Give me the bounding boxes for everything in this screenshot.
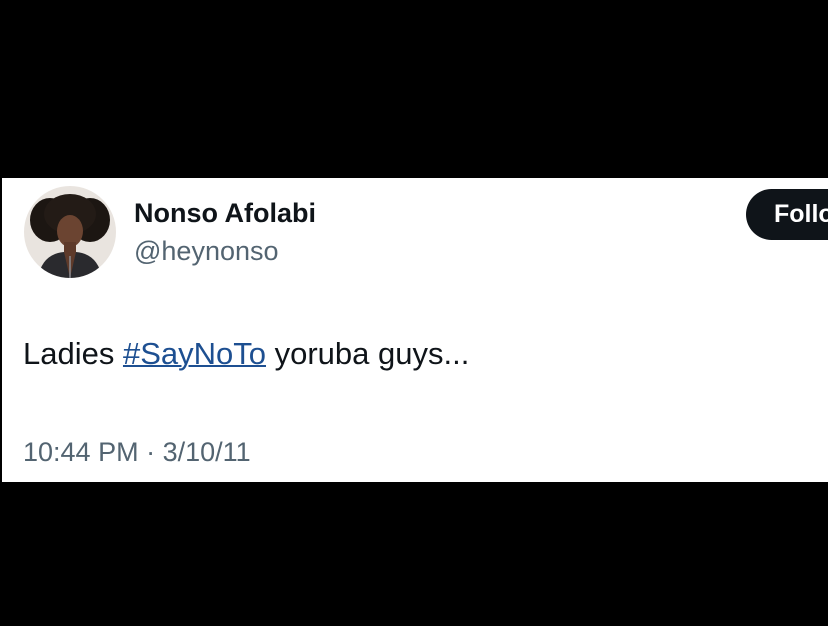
tweet-timestamp[interactable]: 10:44 PM · 3/10/11	[23, 437, 251, 468]
avatar-image	[24, 186, 116, 278]
screenshot-frame: Nonso Afolabi @heynonso Follow Ladies #S…	[0, 0, 828, 626]
tweet-text-after: yoruba guys...	[266, 336, 470, 371]
tweet-text: Ladies #SayNoTo yoruba guys...	[23, 336, 469, 372]
tweet-time: 10:44 PM	[23, 437, 139, 467]
hashtag-link[interactable]: #SayNoTo	[123, 336, 266, 371]
author-handle[interactable]: @heynonso	[134, 236, 279, 267]
follow-button[interactable]: Follow	[746, 189, 828, 240]
tweet-card: Nonso Afolabi @heynonso Follow Ladies #S…	[2, 178, 828, 482]
meta-separator: ·	[138, 437, 163, 467]
author-display-name[interactable]: Nonso Afolabi	[134, 198, 316, 229]
tweet-date: 3/10/11	[162, 437, 251, 467]
avatar[interactable]	[24, 186, 116, 278]
tweet-text-before: Ladies	[23, 336, 123, 371]
